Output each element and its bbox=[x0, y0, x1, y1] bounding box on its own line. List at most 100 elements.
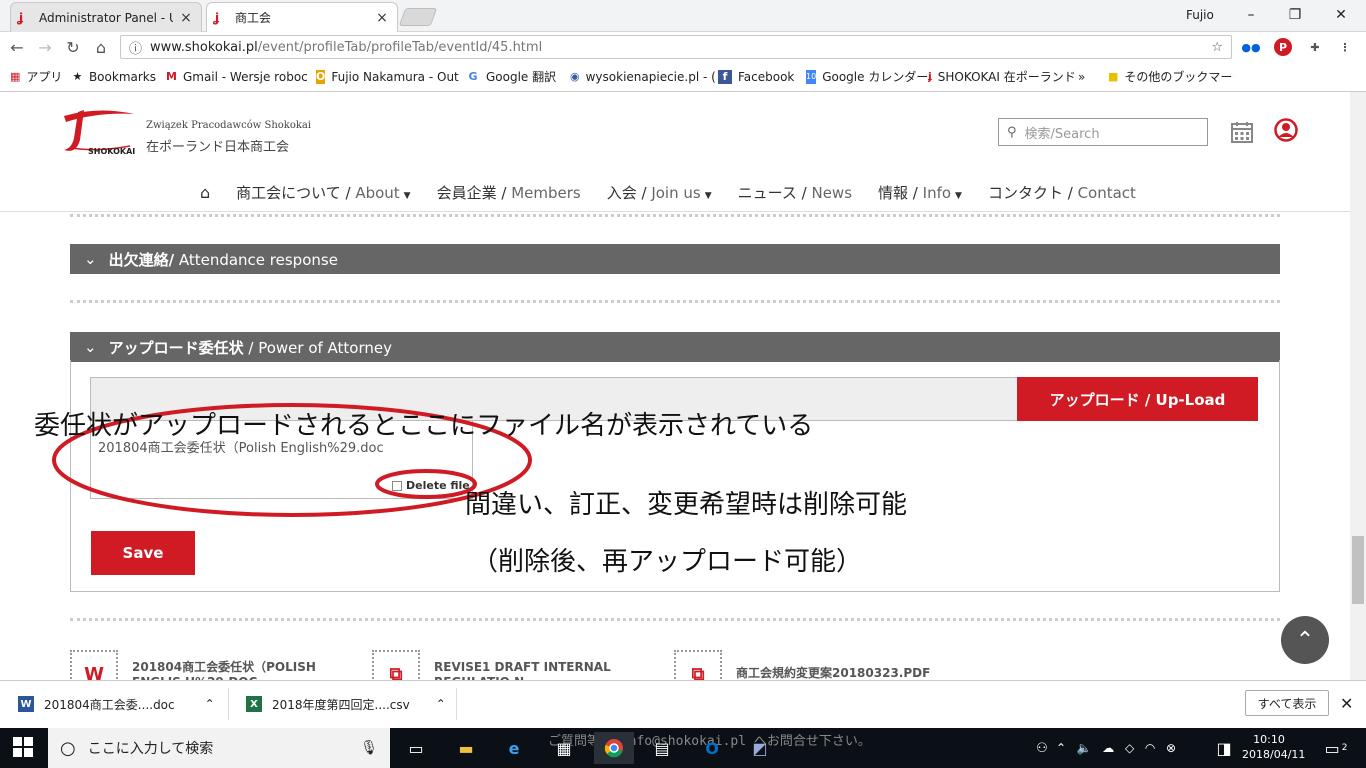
bookmark-outlook[interactable]: O Fujio Nakamura - Out bbox=[316, 69, 466, 84]
forward-icon[interactable]: → bbox=[34, 36, 56, 58]
poa-title-en: / Power of Attorney bbox=[248, 338, 392, 357]
search-icon: ○ bbox=[60, 737, 76, 759]
back-icon[interactable]: ← bbox=[6, 36, 28, 58]
bookmark-apps[interactable]: ▦ アプリ bbox=[10, 68, 72, 85]
document-item[interactable]: ⧉ 商工会規約変更案20180323.PDF bbox=[674, 650, 966, 698]
tab-close-icon[interactable]: × bbox=[375, 10, 389, 26]
document-item[interactable]: W 201804商工会委任状（POLISH ENGLIS H%29.DOC bbox=[70, 650, 362, 698]
document-title[interactable]: 商工会規約変更案20180323.PDF bbox=[736, 666, 966, 680]
minimize-icon[interactable]: – bbox=[1228, 0, 1274, 30]
header-divider bbox=[0, 211, 1350, 212]
notes-app-icon[interactable]: ◩ bbox=[740, 732, 780, 764]
nav-home-icon[interactable]: ⌂ bbox=[200, 183, 210, 202]
clock-date: 2018/04/11 bbox=[1242, 748, 1306, 761]
bookmark-label: Gmail - Wersje roboc bbox=[182, 69, 308, 84]
bookmark-label: SHOKOKAI 在ポーランド bbox=[937, 70, 1076, 84]
calculator-icon[interactable]: ▤ bbox=[642, 732, 682, 764]
bookmark-facebook[interactable]: f Facebook bbox=[718, 69, 806, 84]
profile-name[interactable]: Fujio bbox=[1186, 8, 1214, 22]
home-icon[interactable]: ⌂ bbox=[90, 36, 112, 58]
store-icon[interactable]: ▦ bbox=[544, 732, 584, 764]
tab-shokokai[interactable]: ʝ 商工会 × bbox=[206, 2, 398, 32]
pinterest-icon[interactable]: P bbox=[1274, 38, 1292, 56]
bookmark-label: その他のブックマーク bbox=[1124, 70, 1234, 84]
info-icon[interactable]: ⓘ bbox=[129, 38, 142, 57]
volume-icon: 🔈 bbox=[1076, 741, 1092, 755]
bookmark-label: Fujio Nakamura - Out bbox=[331, 69, 459, 84]
document-title[interactable]: 201804商工会委任状（POLISH ENGLIS H%29.DOC bbox=[132, 660, 362, 689]
attendance-title-jp: 出欠連絡/ bbox=[108, 250, 175, 269]
outlook-icon[interactable]: O bbox=[692, 732, 732, 764]
scrollbar-thumb[interactable] bbox=[1352, 536, 1364, 604]
wifi-icon: ◠ bbox=[1144, 741, 1156, 755]
site-icon: ◉ bbox=[570, 69, 580, 83]
bookmark-label: Facebook bbox=[738, 69, 795, 84]
save-button[interactable]: Save bbox=[91, 531, 195, 575]
bookmark-label: wysokienapiecie.pl - ( bbox=[585, 69, 716, 84]
taskbar-clock[interactable]: 10:10 2018/04/11 bbox=[1242, 732, 1306, 762]
chevron-up-icon[interactable]: ⌃ bbox=[205, 697, 215, 711]
bookmark-star-icon[interactable]: ☆ bbox=[1211, 40, 1223, 55]
edge-icon[interactable]: e bbox=[494, 732, 534, 764]
nav-item-members[interactable]: 会員企業 / Members bbox=[437, 182, 581, 203]
ime-icon[interactable]: ◨ bbox=[1204, 732, 1244, 764]
bookmark-bookmarks[interactable]: ★ Bookmarks bbox=[72, 70, 166, 84]
menu-icon[interactable]: ⋮ bbox=[1336, 38, 1354, 56]
bookmarks-more[interactable]: » bbox=[1078, 70, 1108, 84]
shokokai-favicon-icon: ʝ bbox=[19, 10, 24, 25]
maximize-icon[interactable]: ❐ bbox=[1272, 0, 1318, 30]
task-view-icon[interactable]: ▭ bbox=[396, 732, 436, 764]
shokokai-logo-icon[interactable]: SHOKOKAI bbox=[58, 106, 136, 158]
bookmark-google-calendar[interactable]: 10 Google カレンダー bbox=[806, 68, 928, 85]
download-file-name: 201804商工会委....doc bbox=[44, 697, 175, 712]
bookmark-wysokienapiecie[interactable]: ◉ wysokienapiecie.pl - ( bbox=[570, 70, 718, 84]
bookmark-gmail[interactable]: M Gmail - Wersje roboc bbox=[166, 70, 316, 84]
dotted-divider bbox=[70, 300, 1280, 303]
download-item[interactable]: W 201804商工会委....doc ⌃ bbox=[18, 690, 215, 718]
user-account-icon[interactable] bbox=[1274, 118, 1298, 142]
chevron-up-icon: ⌃ bbox=[1295, 627, 1315, 653]
chrome-icon[interactable] bbox=[594, 732, 634, 764]
attendance-title-en: Attendance response bbox=[178, 250, 338, 269]
nav-item-info[interactable]: 情報 / Info ▼ bbox=[878, 182, 962, 203]
address-bar[interactable]: ⓘ www.shokokai.pl/event/profileTab/profi… bbox=[120, 35, 1232, 59]
nav-item-news[interactable]: ニュース / News bbox=[738, 182, 852, 203]
bookmark-translate[interactable]: G Google 翻訳 bbox=[466, 68, 570, 85]
tab-close-icon[interactable]: × bbox=[179, 10, 193, 26]
download-item[interactable]: X 2018年度第四回定....csv ⌃ bbox=[246, 690, 446, 718]
action-center-icon[interactable]: ▭ 2 bbox=[1316, 732, 1356, 764]
new-tab-button[interactable] bbox=[398, 8, 438, 26]
show-all-downloads-button[interactable]: すべて表示 bbox=[1245, 690, 1329, 716]
extension-icon[interactable]: ✚ bbox=[1306, 38, 1324, 56]
close-circle-icon: ⊗ bbox=[1165, 741, 1176, 755]
nav-item-join-us[interactable]: 入会 / Join us ▼ bbox=[607, 182, 712, 203]
file-explorer-icon[interactable]: ▬ bbox=[446, 732, 486, 764]
bookmark-shokokai[interactable]: ʝ SHOKOKAI 在ポーランド bbox=[928, 68, 1078, 85]
reload-icon[interactable]: ↻ bbox=[62, 36, 84, 58]
power-of-attorney-section-header[interactable]: ⌄ アップロード委任状 / Power of Attorney bbox=[70, 332, 1280, 362]
chevron-up-icon[interactable]: ⌃ bbox=[436, 697, 446, 711]
close-downloads-icon[interactable]: ✕ bbox=[1340, 694, 1353, 713]
windows-start-icon[interactable] bbox=[12, 736, 34, 758]
bookmarks-more-label: » bbox=[1078, 69, 1086, 84]
site-search-input[interactable]: ⚲ 検索/Search bbox=[998, 118, 1208, 146]
window-close-icon[interactable]: ✕ bbox=[1318, 0, 1364, 30]
document-item[interactable]: ⧉ REVISE1 DRAFT INTERNAL REGULATIO N. UP… bbox=[372, 650, 664, 704]
outlook-icon: O bbox=[316, 69, 326, 84]
system-tray[interactable]: ⌃ 🔈 ☁ ◇ ◠ ⊗ bbox=[1056, 732, 1176, 764]
taskbar-search-input[interactable]: ○ ここに入力して検索 🎙 bbox=[48, 728, 390, 768]
tab-title: 商工会 bbox=[235, 11, 272, 25]
attendance-section-header[interactable]: ⌄ 出欠連絡/ Attendance response bbox=[70, 244, 1280, 274]
download-separator bbox=[228, 688, 229, 720]
tab-admin-panel[interactable]: ʝ Administrator Panel - Use × bbox=[10, 2, 202, 32]
upload-button[interactable]: アップロード / Up-Load bbox=[1017, 377, 1258, 421]
bookmark-other-folder[interactable]: ■ その他のブックマーク bbox=[1108, 68, 1234, 85]
document-title[interactable]: REVISE1 DRAFT INTERNAL REGULATIO N. UPDA… bbox=[434, 660, 664, 704]
microphone-icon[interactable]: 🎙 bbox=[360, 740, 378, 756]
flickr-icon[interactable]: ●● bbox=[1241, 38, 1260, 56]
nav-item-contact[interactable]: コンタクト / Contact bbox=[988, 182, 1136, 203]
nav-item-about[interactable]: 商工会について / About ▼ bbox=[236, 182, 410, 203]
logo-small-text: SHOKOKAI bbox=[88, 147, 135, 156]
scroll-to-top-button[interactable]: ⌃ bbox=[1281, 616, 1329, 664]
calendar-icon[interactable] bbox=[1230, 120, 1254, 144]
